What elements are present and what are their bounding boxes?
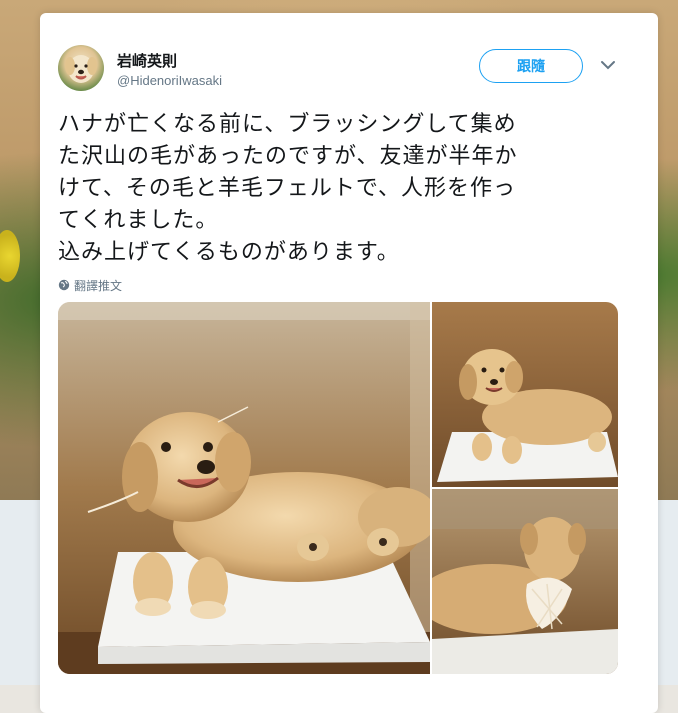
photo-felt-dog-main[interactable] bbox=[58, 302, 430, 674]
tweet-text-line: 込み上げてくるものがあります。 bbox=[58, 240, 400, 265]
tweet-text-line: ハナが亡くなる前に、ブラッシングして集め bbox=[58, 112, 517, 137]
author-handle[interactable]: @HidenoriIwasaki bbox=[117, 73, 222, 88]
tweet-modal: 岩崎英則 @HidenoriIwasaki 跟隨 ハナが亡くなる前に、ブラッシン… bbox=[40, 13, 658, 713]
photo-felt-dog-back[interactable] bbox=[432, 489, 618, 674]
avatar[interactable] bbox=[58, 45, 104, 91]
translate-tweet-link[interactable]: 翻譯推文 bbox=[58, 276, 122, 294]
tweet-text-line: てくれました。 bbox=[58, 208, 219, 233]
tweet-text: ハナが亡くなる前に、ブラッシングして集め た沢山の毛があったのですが、友達が半年… bbox=[58, 109, 618, 269]
tweet-text-line: た沢山の毛があったのですが、友達が半年か bbox=[58, 144, 518, 169]
follow-button[interactable]: 跟隨 bbox=[479, 49, 583, 83]
globe-icon bbox=[58, 279, 70, 291]
translate-label: 翻譯推文 bbox=[74, 278, 123, 293]
media-grid bbox=[58, 302, 618, 674]
tweet-text-line: けて、その毛と羊毛フェルトで、人形を作っ bbox=[58, 176, 517, 201]
photo-felt-dog-front[interactable] bbox=[432, 302, 618, 487]
author-name[interactable]: 岩崎英則 bbox=[117, 50, 177, 71]
chevron-down-icon[interactable] bbox=[600, 59, 616, 71]
